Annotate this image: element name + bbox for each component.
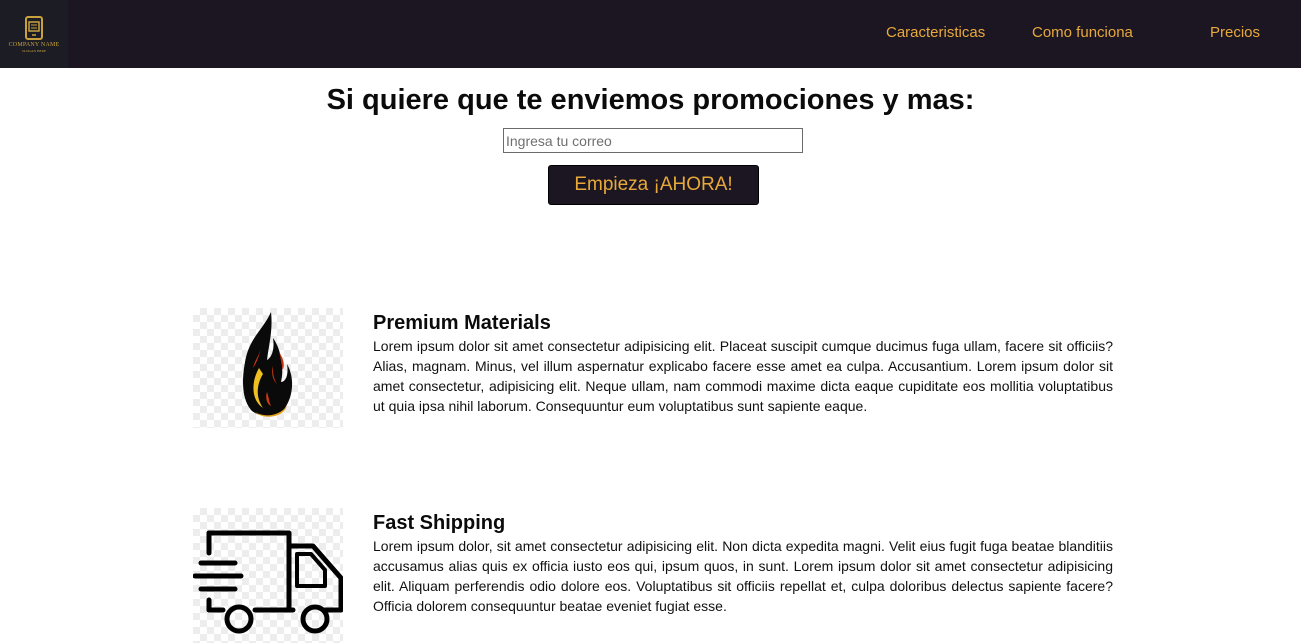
flame-icon	[243, 312, 293, 417]
start-now-button[interactable]: Empieza ¡AHORA!	[548, 165, 759, 205]
feature-title-premium: Premium Materials	[373, 312, 551, 334]
navbar: COMPANY NAME SLOGAN HERE Caracteristicas…	[0, 0, 1301, 68]
feature-image-shipping	[193, 508, 343, 643]
feature-description-shipping: Lorem ipsum dolor, sit amet consectetur …	[373, 538, 1113, 614]
promo-title: Si quiere que te enviemos promociones y …	[326, 84, 975, 116]
feature-description-premium: Lorem ipsum dolor sit amet consectetur a…	[373, 338, 1113, 414]
nav-link-como-funciona[interactable]: Como funciona	[1032, 24, 1133, 41]
nav-link-precios[interactable]: Precios	[1210, 24, 1260, 41]
feature-image-premium	[193, 308, 343, 428]
company-name: COMPANY NAME	[8, 41, 60, 48]
nav-link-caracteristicas[interactable]: Caracteristicas	[886, 24, 985, 41]
company-logo[interactable]: COMPANY NAME SLOGAN HERE	[0, 0, 68, 68]
phone-icon	[25, 15, 43, 40]
company-slogan: SLOGAN HERE	[21, 48, 47, 53]
email-input[interactable]	[503, 128, 803, 153]
feature-title-shipping: Fast Shipping	[373, 512, 506, 534]
delivery-truck-icon	[193, 530, 343, 634]
